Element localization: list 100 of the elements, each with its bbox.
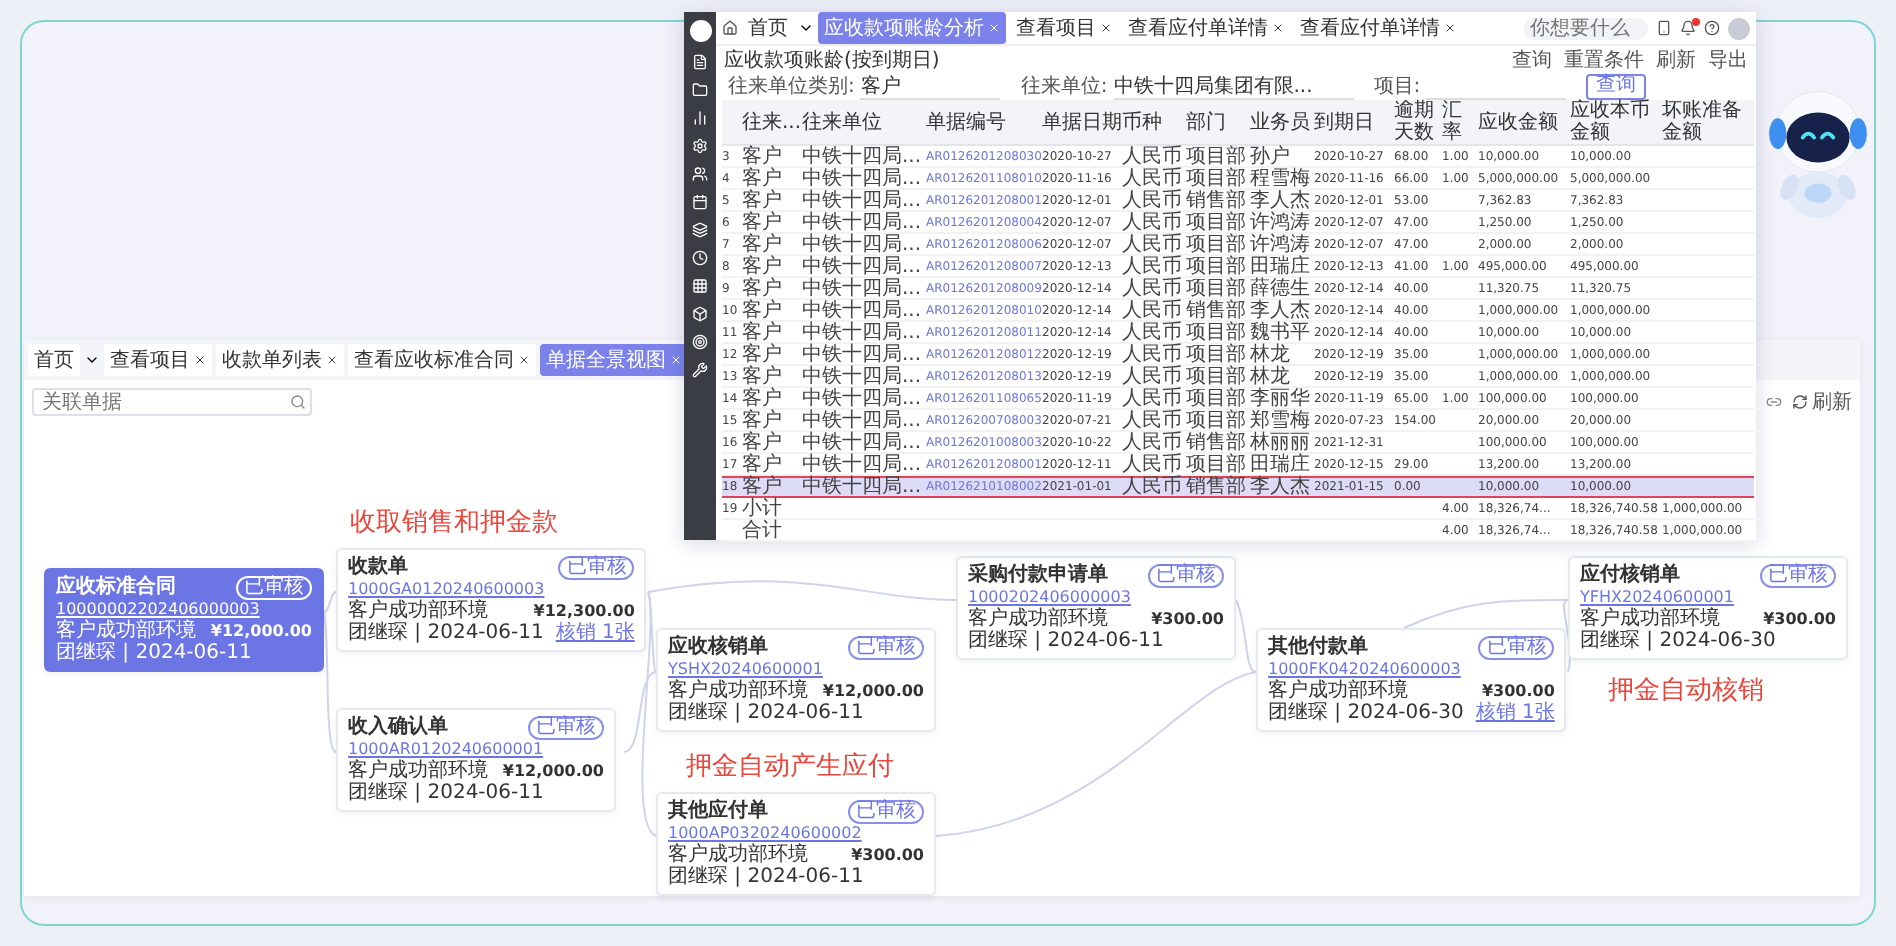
column-header: 到期日 — [1314, 100, 1394, 146]
refresh-button[interactable]: 刷新 — [1792, 388, 1852, 416]
help-icon[interactable] — [1704, 20, 1720, 36]
table-cell: 小计 — [742, 498, 802, 520]
document-number-link[interactable]: 1000AR0120240600001 — [348, 738, 544, 760]
table-cell: 客户 — [742, 300, 802, 322]
table-cell: 孙户 — [1250, 146, 1314, 168]
toolbar-button[interactable]: 刷新 — [1656, 45, 1696, 73]
table-cell: 销售部 — [1186, 476, 1250, 498]
close-icon[interactable] — [1444, 22, 1456, 34]
table-cell: 中铁十四局... — [802, 410, 926, 432]
document-card[interactable]: 其他付款单 已审核 1000FK0420240600003 客户成功部环境 ¥300.00 团继琛 | 2024-06-30 核销 1张 — [1256, 628, 1567, 732]
annotation-text: 收取销售和押金款 — [350, 506, 558, 540]
query-button[interactable]: 查询 — [1586, 73, 1647, 99]
document-number-link[interactable]: 10000002202406000003 — [56, 598, 260, 620]
table-cell: 合计 — [742, 520, 802, 542]
toolbar-button[interactable]: 导出 — [1708, 45, 1748, 73]
close-icon[interactable] — [194, 354, 206, 366]
table-cell: 销售部 — [1186, 190, 1250, 212]
table-cell: 人民币 — [1122, 454, 1186, 476]
status-badge: 已审核 — [1478, 635, 1555, 659]
dropdown-icon[interactable] — [84, 352, 100, 368]
close-icon[interactable] — [326, 354, 338, 366]
table-cell — [1662, 476, 1754, 498]
grid-icon[interactable] — [692, 278, 708, 294]
close-icon[interactable] — [1100, 22, 1112, 34]
close-icon[interactable] — [1272, 22, 1284, 34]
department-text: 客户成功部环境 — [668, 844, 808, 866]
table-cell: 客户 — [742, 256, 802, 278]
table-cell: 人民币 — [1122, 212, 1186, 234]
document-card[interactable]: 采购付款申请单 已审核 1000202406000003 客户成功部环境 ¥300.00 团继琛 | 2024-06-11 — [956, 556, 1236, 660]
write-off-link[interactable]: 核销 1张 — [1475, 702, 1555, 724]
card-title: 收款单 — [348, 556, 408, 578]
table-cell: 人民币 — [1122, 476, 1186, 498]
document-card[interactable]: 应收核销单 已审核 YSHX20240600001 客户成功部环境 ¥12,000.00 团继琛 | 2024-06-11 — [656, 628, 936, 732]
table-cell: 项目部 — [1186, 322, 1250, 344]
bell-icon[interactable] — [1680, 20, 1696, 36]
search-field[interactable]: 你想要什么 — [1524, 17, 1648, 39]
table-cell: 销售部 — [1186, 432, 1250, 454]
status-badge: 已审核 — [848, 635, 924, 659]
users-icon[interactable] — [692, 166, 708, 182]
column-header: 部门 — [1186, 100, 1250, 146]
wrench-icon[interactable] — [692, 362, 708, 378]
tab[interactable]: 查看项目 — [104, 344, 212, 376]
calendar-icon[interactable] — [692, 194, 708, 210]
write-off-link[interactable]: 核销 1张 — [555, 622, 635, 644]
close-icon[interactable] — [518, 354, 530, 366]
tab[interactable]: 查看应收标准合同 — [348, 344, 536, 376]
table-cell: 中铁十四局... — [802, 344, 926, 366]
column-header: 单据日期 — [1042, 100, 1122, 146]
table-cell: 中铁十四局... — [802, 190, 926, 212]
status-badge: 已审核 — [1760, 563, 1836, 587]
creator-date-text: 团继琛 | 2024-06-11 — [348, 622, 544, 644]
tab[interactable]: 首页 — [28, 344, 80, 376]
box-icon[interactable] — [692, 306, 708, 322]
table-cell: 客户 — [742, 410, 802, 432]
document-number-link[interactable]: 1000GA0120240600003 — [348, 578, 545, 600]
search-icon[interactable] — [290, 394, 306, 410]
table-cell: 人民币 — [1122, 190, 1186, 212]
document-card[interactable]: 其他应付单 已审核 1000AP0320240600002 客户成功部环境 ¥300.00 团继琛 | 2024-06-11 — [656, 792, 936, 896]
toolbar-button[interactable]: 重置条件 — [1564, 45, 1644, 73]
table-cell: 薛德生 — [1250, 278, 1314, 300]
dropdown-icon[interactable] — [798, 20, 814, 36]
department-text: 客户成功部环境 — [668, 680, 808, 702]
table-cell: 项目部 — [1186, 168, 1250, 190]
document-number-link[interactable]: 1000FK0420240600003 — [1268, 658, 1461, 680]
document-number-link[interactable]: YFHX20240600001 — [1580, 586, 1734, 608]
document-number-link[interactable]: 1000202406000003 — [968, 586, 1131, 608]
document-card[interactable]: 收入确认单 已审核 1000AR0120240600001 客户成功部环境 ¥12,000.00 团继琛 | 2024-06-11 — [336, 708, 616, 812]
home-icon[interactable] — [722, 20, 738, 36]
clock-icon[interactable] — [692, 250, 708, 266]
toolbar-button[interactable]: 查询 — [1512, 45, 1552, 73]
document-card[interactable]: 收款单 已审核 1000GA0120240600003 客户成功部环境 ¥12,300.00 团继琛 | 2024-06-11 核销 1张 — [336, 548, 647, 652]
document-number-link[interactable]: YSHX20240600001 — [668, 658, 823, 680]
filter-label: 往来单位类别: — [728, 73, 855, 100]
table-cell: 人民币 — [1122, 168, 1186, 190]
table-cell: 林丽丽 — [1250, 432, 1314, 454]
search-field[interactable]: 关联单据 — [32, 388, 312, 416]
table-cell: 人民币 — [1122, 278, 1186, 300]
table-cell: 人民币 — [1122, 256, 1186, 278]
tab[interactable]: 收款单列表 — [216, 344, 344, 376]
table-cell: 项目部 — [1186, 410, 1250, 432]
card-title: 其他应付单 — [668, 800, 768, 822]
bar-chart-icon[interactable] — [692, 110, 708, 126]
link-icon[interactable] — [1766, 394, 1782, 410]
table-cell: 许鸿涛 — [1250, 212, 1314, 234]
document-icon[interactable] — [692, 54, 708, 70]
table-cell: 项目部 — [1186, 344, 1250, 366]
phone-icon[interactable] — [1656, 20, 1672, 36]
status-badge: 已审核 — [1148, 563, 1224, 587]
document-number-link[interactable]: 1000AP0320240600002 — [668, 822, 862, 844]
document-card[interactable]: 应付核销单 已审核 YFHX20240600001 客户成功部环境 ¥300.00 团继琛 | 2024-06-30 — [1568, 556, 1848, 660]
folder-icon[interactable] — [692, 82, 708, 98]
table-cell: 客户 — [742, 146, 802, 168]
creator-date-text: 团继琛 | 2024-06-30 — [1268, 702, 1464, 724]
column-header: 逾期天数 — [1394, 100, 1442, 146]
target-icon[interactable] — [692, 334, 708, 350]
settings-icon[interactable] — [692, 138, 708, 154]
table-cell: 客户 — [742, 432, 802, 454]
layers-icon[interactable] — [692, 222, 708, 238]
